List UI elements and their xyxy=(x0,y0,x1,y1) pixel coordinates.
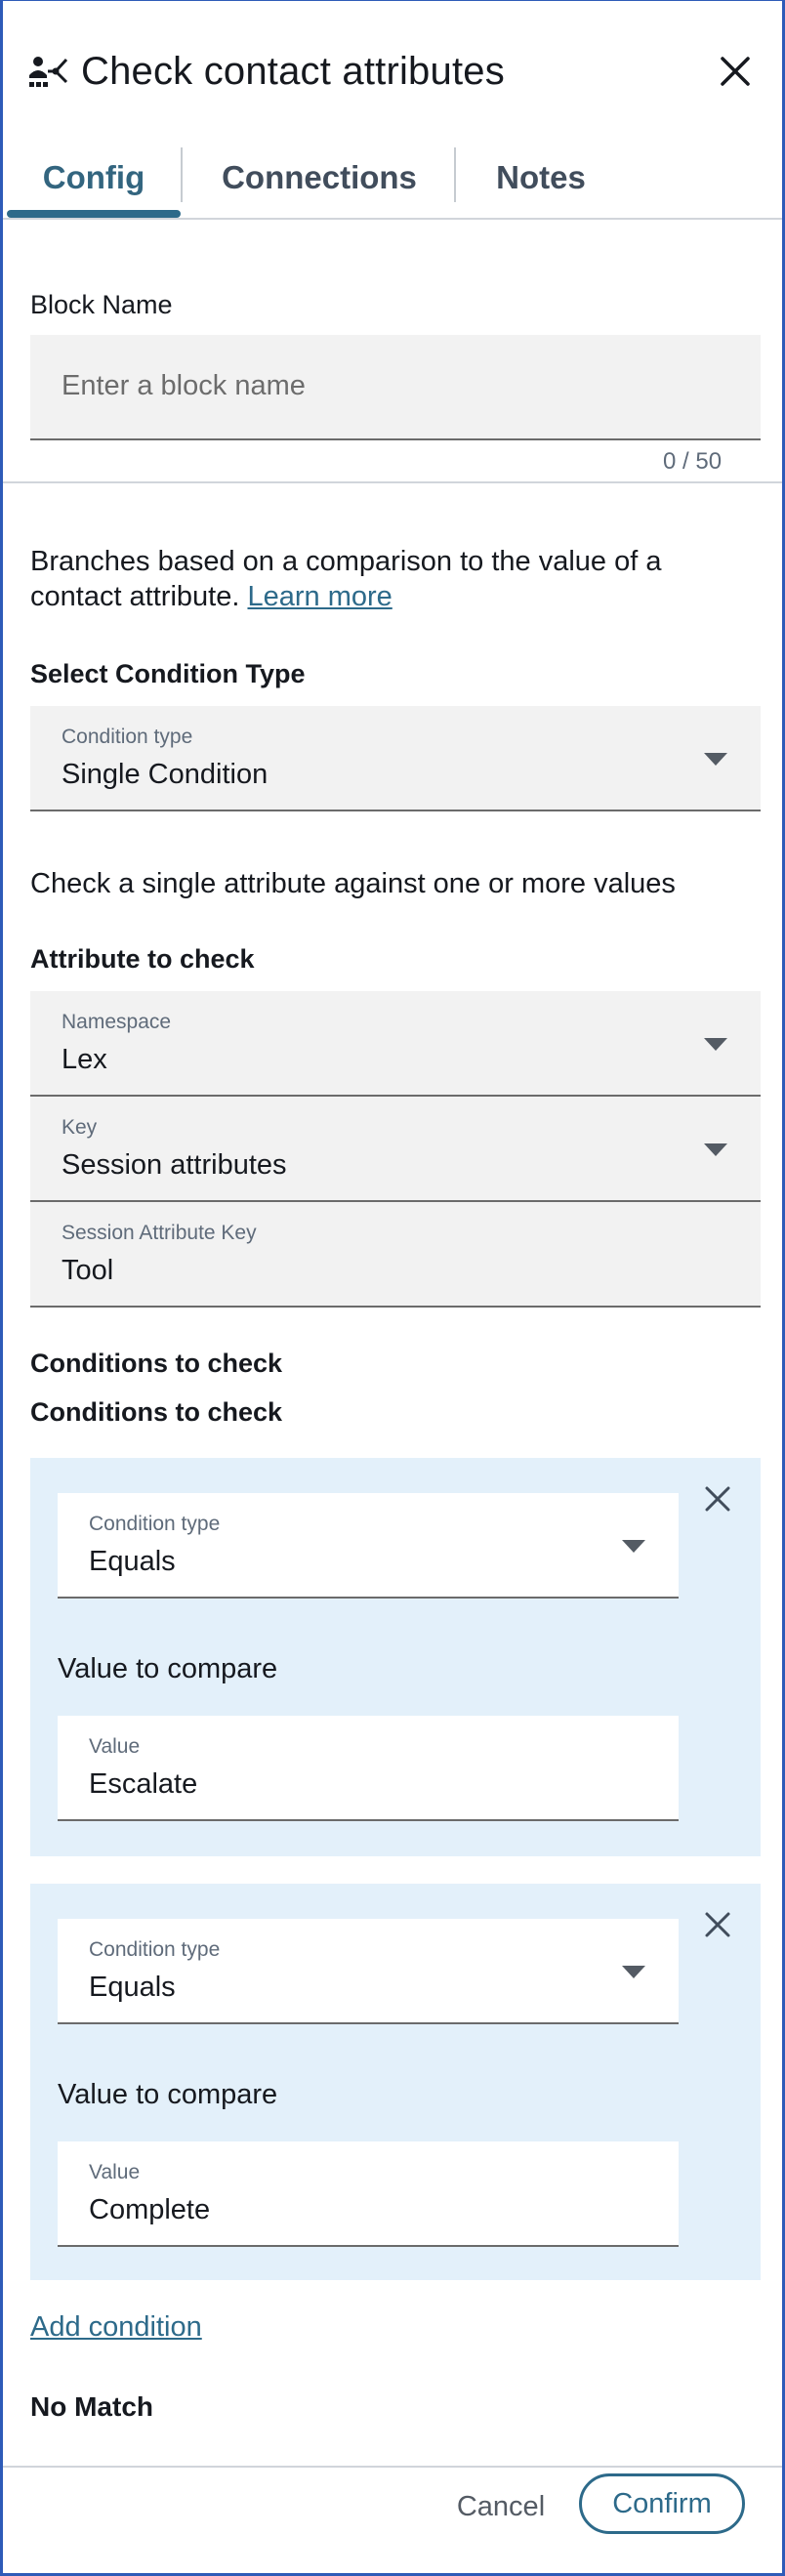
condition-type-value: Single Condition xyxy=(62,759,269,790)
block-name-input[interactable]: Enter a block name xyxy=(30,335,761,440)
condition-type-value: Equals xyxy=(89,1546,176,1577)
character-counter: 0 / 50 xyxy=(663,448,723,475)
namespace-select[interactable]: Namespace Lex xyxy=(30,991,761,1097)
chevron-down-icon xyxy=(704,1038,727,1051)
chevron-down-icon xyxy=(622,1966,645,1978)
chevron-down-icon xyxy=(704,1143,727,1156)
remove-condition-button[interactable] xyxy=(698,1905,737,1944)
active-tab-indicator xyxy=(7,210,181,218)
tab-notes[interactable]: Notes xyxy=(458,138,624,218)
tab-bar: Config Connections Notes xyxy=(3,138,782,220)
condition-type-value: Equals xyxy=(89,1972,176,2003)
compare-value: Complete xyxy=(89,2194,211,2225)
confirm-button[interactable]: Confirm xyxy=(579,2473,745,2534)
tab-separator xyxy=(454,147,456,202)
add-condition-link[interactable]: Add condition xyxy=(30,2311,202,2344)
no-match-label: No Match xyxy=(30,2391,153,2422)
block-description: Branches based on a comparison to the va… xyxy=(30,544,761,614)
learn-more-link[interactable]: Learn more xyxy=(247,581,392,612)
session-attribute-key-input[interactable]: Session Attribute Key Tool xyxy=(30,1202,761,1308)
select-condition-type-heading: Select Condition Type xyxy=(30,659,306,688)
condition-type-select[interactable]: Condition type Equals xyxy=(58,1493,679,1599)
remove-condition-button[interactable] xyxy=(698,1479,737,1518)
key-value: Session attributes xyxy=(62,1149,287,1181)
block-name-label: Block Name xyxy=(30,290,173,319)
value-label: Value xyxy=(89,1735,141,1758)
compare-value-input[interactable]: Value Complete xyxy=(58,2141,679,2247)
conditions-subheading: Conditions to check xyxy=(30,1397,283,1427)
condition-card: Condition type Equals Value to compare V… xyxy=(30,1884,761,2280)
tab-config[interactable]: Config xyxy=(7,138,181,218)
condition-type-label: Condition type xyxy=(89,1513,221,1535)
condition-card: Condition type Equals Value to compare V… xyxy=(30,1458,761,1856)
compare-value: Escalate xyxy=(89,1768,198,1800)
condition-type-label: Condition type xyxy=(89,1938,221,1961)
condition-type-help: Check a single attribute against one or … xyxy=(30,868,676,899)
section-divider xyxy=(3,481,782,483)
chevron-down-icon xyxy=(704,753,727,766)
value-label: Value xyxy=(89,2161,141,2183)
panel-header: Check contact attributes xyxy=(28,42,763,101)
panel-title: Check contact attributes xyxy=(81,49,505,93)
condition-type-label: Condition type xyxy=(62,726,193,748)
cancel-button[interactable]: Cancel xyxy=(433,2477,569,2536)
block-config-panel: Check contact attributes Config Connecti… xyxy=(0,0,785,2576)
close-button[interactable] xyxy=(714,50,757,93)
key-select[interactable]: Key Session attributes xyxy=(30,1097,761,1202)
contact-attributes-icon xyxy=(28,52,71,91)
tab-separator xyxy=(181,147,183,202)
session-attribute-key-value: Tool xyxy=(62,1255,114,1286)
value-to-compare-label: Value to compare xyxy=(58,1653,278,1684)
condition-type-select[interactable]: Condition type Single Condition xyxy=(30,706,761,811)
attribute-to-check-heading: Attribute to check xyxy=(30,944,255,974)
value-to-compare-label: Value to compare xyxy=(58,2079,278,2110)
key-label: Key xyxy=(62,1116,98,1139)
close-icon xyxy=(705,1486,730,1512)
compare-value-input[interactable]: Value Escalate xyxy=(58,1716,679,1821)
tab-connections[interactable]: Connections xyxy=(185,138,454,218)
condition-type-select[interactable]: Condition type Equals xyxy=(58,1919,679,2024)
footer-divider xyxy=(3,2466,782,2468)
session-attribute-key-label: Session Attribute Key xyxy=(62,1222,257,1244)
namespace-label: Namespace xyxy=(62,1011,172,1033)
chevron-down-icon xyxy=(622,1540,645,1553)
block-name-placeholder: Enter a block name xyxy=(62,370,306,401)
namespace-value: Lex xyxy=(62,1044,107,1075)
close-icon xyxy=(705,1912,730,1937)
close-icon xyxy=(721,57,750,86)
conditions-heading: Conditions to check xyxy=(30,1349,283,1378)
